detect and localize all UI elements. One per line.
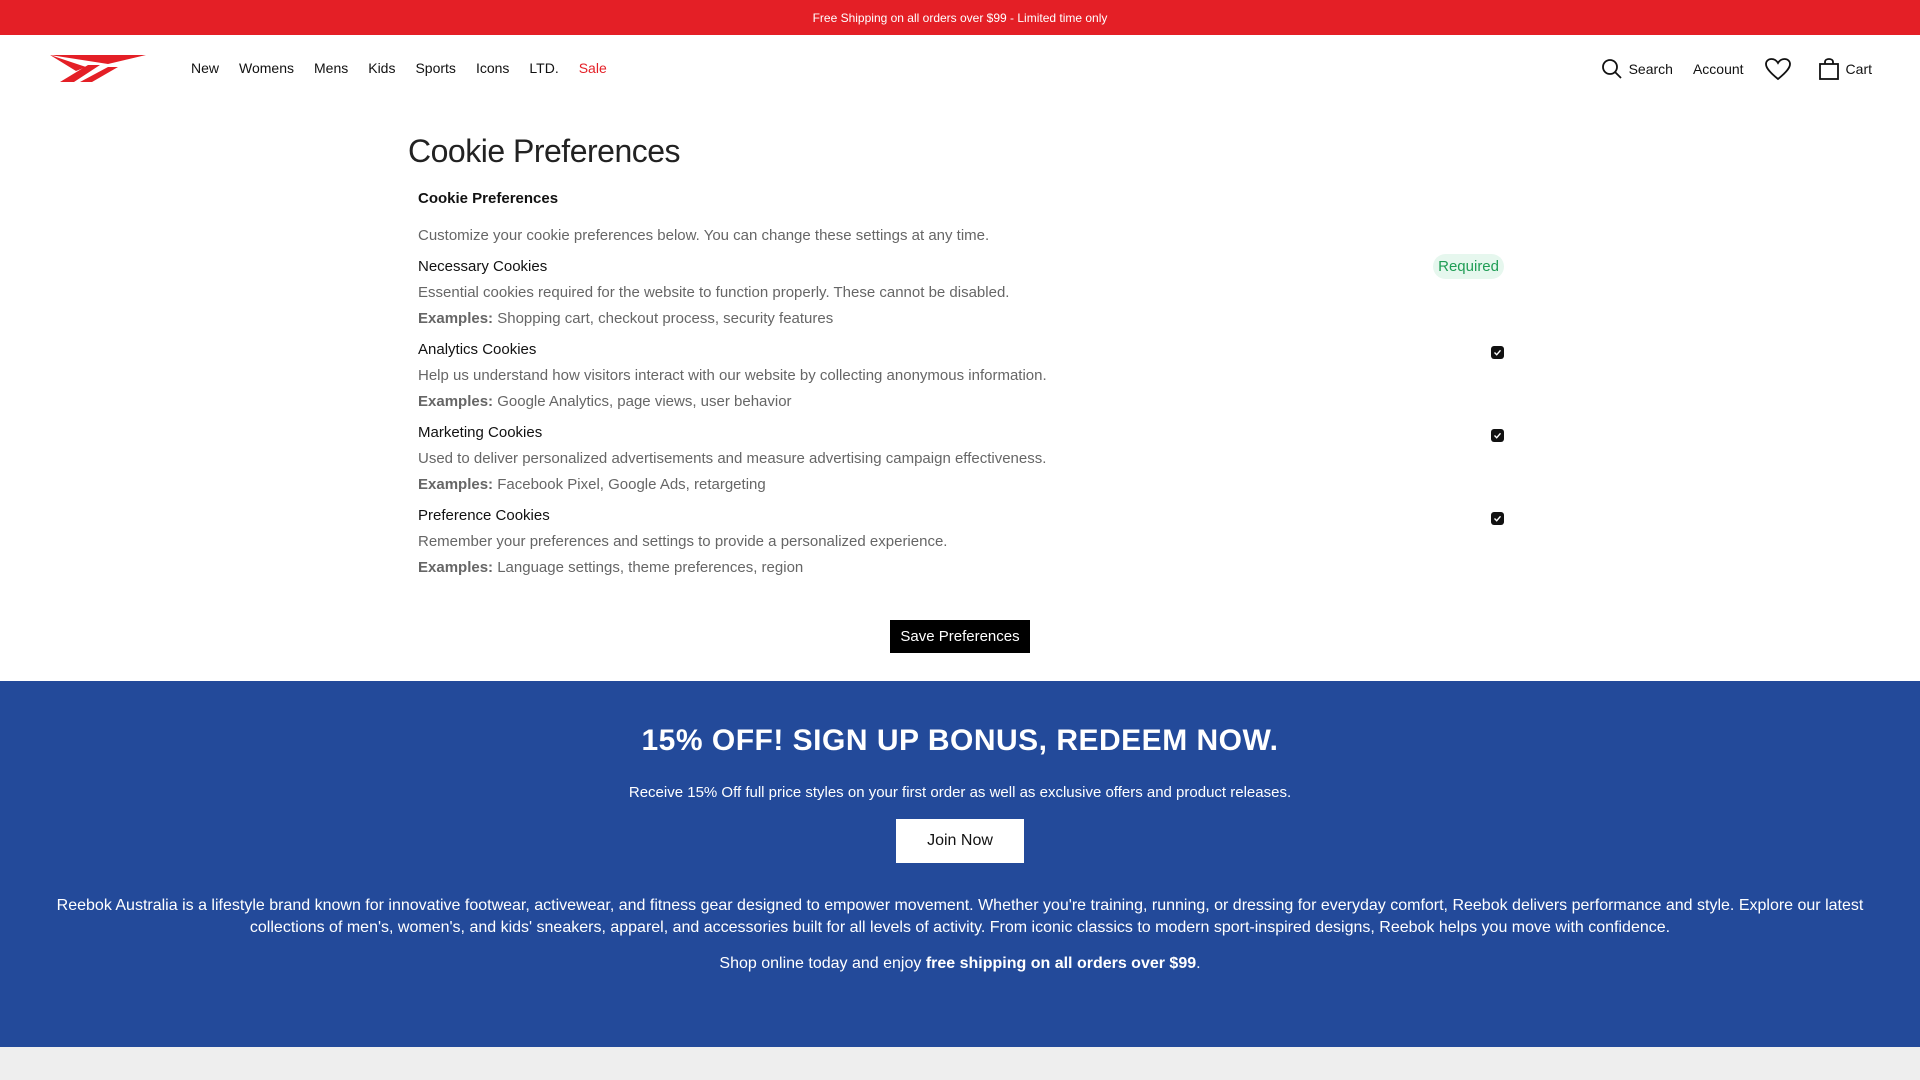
analytics-checkbox[interactable] — [1491, 346, 1504, 359]
main-content: Cookie Preferences Cookie Preferences Cu… — [408, 106, 1504, 576]
cookie-category-analytics: Analytics Cookies Help us understand how… — [418, 341, 1504, 410]
save-preferences-button[interactable]: Save Preferences — [890, 620, 1030, 653]
examples-text: Facebook Pixel, Google Ads, retargeting — [497, 476, 766, 493]
check-icon — [1494, 515, 1502, 522]
site-header: New Womens Mens Kids Sports Icons LTD. S… — [0, 35, 1920, 106]
shipping-prefix: Shop online today and enjoy — [719, 955, 926, 972]
cookie-description: Remember your preferences and settings t… — [418, 533, 948, 550]
header-utilities: Search Account Cart — [1581, 57, 1872, 81]
heart-icon — [1764, 58, 1791, 81]
page-title: Cookie Preferences — [408, 133, 681, 169]
examples-label: Examples: — [418, 393, 494, 410]
cookie-examples: Examples: Facebook Pixel, Google Ads, re… — [418, 476, 1504, 493]
examples-text: Language settings, theme preferences, re… — [497, 559, 804, 576]
shipping-note: Shop online today and enjoy free shippin… — [0, 955, 1920, 973]
nav-item-mens[interactable]: Mens — [314, 60, 348, 76]
wishlist-button[interactable] — [1764, 57, 1798, 81]
nav-item-icons[interactable]: Icons — [476, 60, 509, 76]
examples-text: Shopping cart, checkout process, securit… — [497, 310, 834, 327]
cookie-preferences-panel: Cookie Preferences Customize your cookie… — [418, 190, 1504, 576]
check-icon — [1494, 349, 1502, 356]
cookie-examples: Examples: Language settings, theme prefe… — [418, 559, 1504, 576]
nav-item-sale[interactable]: Sale — [579, 60, 607, 76]
shipping-suffix: . — [1196, 955, 1201, 972]
panel-title: Cookie Preferences — [418, 190, 559, 207]
promo-text: Free Shipping on all orders over $99 - L… — [812, 10, 1108, 25]
cart-button[interactable]: Cart — [1818, 57, 1872, 81]
cookie-description: Essential cookies required for the websi… — [418, 284, 1010, 301]
nav-item-new[interactable]: New — [191, 60, 219, 76]
cookie-examples: Examples: Google Analytics, page views, … — [418, 393, 1504, 410]
nav-item-ltd[interactable]: LTD. — [529, 60, 558, 76]
cart-label: Cart — [1845, 61, 1872, 77]
search-button[interactable]: Search — [1601, 58, 1673, 80]
panel-intro: Customize your cookie preferences below.… — [418, 227, 990, 244]
search-icon — [1601, 59, 1622, 79]
promo-banner: Free Shipping on all orders over $99 - L… — [0, 0, 1920, 35]
signup-banner: 15% OFF! SIGN UP BONUS, REDEEM NOW. Rece… — [0, 681, 1920, 1047]
bag-icon — [1818, 58, 1839, 80]
cookie-name: Analytics Cookies — [418, 341, 537, 358]
required-badge: Required — [1433, 254, 1504, 279]
search-label: Search — [1628, 61, 1673, 77]
signup-subtext: Receive 15% Off full price styles on you… — [628, 784, 1292, 801]
brand-description: Reebok Australia is a lifestyle brand kn… — [56, 897, 1864, 936]
cookie-examples: Examples: Shopping cart, checkout proces… — [418, 310, 1504, 327]
account-label: Account — [1692, 61, 1744, 77]
nav-item-kids[interactable]: Kids — [368, 60, 395, 76]
cookie-name: Marketing Cookies — [418, 424, 543, 441]
preference-checkbox[interactable] — [1491, 512, 1504, 525]
examples-label: Examples: — [418, 559, 494, 576]
cookie-category-marketing: Marketing Cookies Used to deliver person… — [418, 424, 1504, 493]
nav-item-womens[interactable]: Womens — [239, 60, 294, 76]
check-icon — [1494, 432, 1502, 439]
cookie-category-preference: Preference Cookies Remember your prefere… — [418, 507, 1504, 576]
cookie-name: Preference Cookies — [418, 507, 550, 524]
cookie-description: Help us understand how visitors interact… — [418, 367, 1047, 384]
examples-text: Google Analytics, page views, user behav… — [497, 393, 792, 410]
cookie-name: Necessary Cookies — [418, 258, 548, 275]
cookie-description: Used to deliver personalized advertiseme… — [418, 450, 1047, 467]
main-nav: New Womens Mens Kids Sports Icons LTD. S… — [191, 60, 627, 76]
join-now-button[interactable]: Join Now — [896, 819, 1024, 863]
footer — [0, 1047, 1920, 1080]
shipping-highlight: free shipping on all orders over $99 — [925, 955, 1197, 972]
examples-label: Examples: — [418, 476, 494, 493]
cookie-category-necessary: Necessary Cookies Required Essential coo… — [418, 254, 1504, 327]
marketing-checkbox[interactable] — [1491, 429, 1504, 442]
nav-item-sports[interactable]: Sports — [415, 60, 455, 76]
reebok-logo-icon[interactable] — [48, 53, 148, 83]
signup-heading: 15% OFF! SIGN UP BONUS, REDEEM NOW. — [641, 724, 1279, 757]
account-link[interactable]: Account — [1693, 61, 1744, 77]
examples-label: Examples: — [418, 310, 494, 327]
